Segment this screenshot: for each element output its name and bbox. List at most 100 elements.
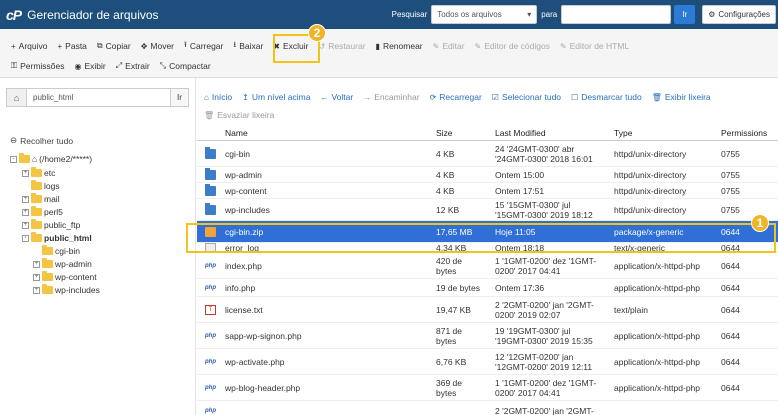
up-one-level-link[interactable]: ↥ Um nível acima: [242, 92, 320, 102]
search-go-button[interactable]: Ir: [674, 5, 696, 24]
tree-item-etc[interactable]: + etc: [22, 167, 55, 178]
path-input[interactable]: public_html: [27, 88, 171, 107]
empty-trash-link[interactable]: 🗑 Esvaziar lixeira: [204, 110, 284, 120]
tree-item-logs[interactable]: logs: [31, 180, 60, 191]
toolbar-permiss-es-button[interactable]: ⚿ Permissões: [6, 61, 70, 71]
file-name: license.txt: [225, 305, 263, 315]
settings-button[interactable]: ⚙ Configurações: [702, 5, 776, 24]
caret-down-icon: ▾: [527, 10, 532, 19]
refresh-icon: ⟳: [429, 92, 437, 102]
expand-toggle-icon[interactable]: +: [33, 273, 40, 281]
table-row[interactable]: php sapp-wp-signon.php 871 de bytes 19 '19GM…: [197, 323, 778, 349]
home-icon: ⌂: [32, 154, 38, 164]
expand-toggle-icon[interactable]: +: [22, 169, 29, 177]
toolbar-copiar-button[interactable]: ⧉ Copiar: [92, 41, 136, 51]
toolbar-pasta-button[interactable]: + Pasta: [53, 41, 92, 51]
expand-toggle-icon[interactable]: +: [33, 286, 40, 294]
toolbar-icon: ✥: [140, 41, 148, 51]
folder-icon: [31, 193, 42, 203]
home-icon[interactable]: ⌂: [6, 88, 27, 107]
reload-link[interactable]: ⟳ Recarregar: [430, 92, 492, 102]
tree-item-wp-includes[interactable]: + wp-includes: [33, 284, 100, 295]
tree-item-cgi-bin[interactable]: cgi-bin: [42, 245, 80, 256]
toolbar-editor-de-c-digos-button[interactable]: ✎ Editor de códigos: [470, 41, 555, 51]
file-table: Name Size Last Modified Type Permissions…: [197, 125, 778, 415]
file-permissions: 0644: [721, 261, 740, 271]
table-row[interactable]: error_log 4,34 KB Ontem 18:18 text/x-generi…: [197, 243, 778, 253]
expand-toggle-icon[interactable]: +: [33, 260, 40, 268]
toolbar-editor-de-html-button[interactable]: ✎ Editor de HTML: [555, 41, 634, 51]
file-type: httpd/unix-directory: [614, 170, 687, 180]
file-size: 19,47 KB: [436, 305, 471, 315]
collapse-all-link[interactable]: ⊖ Recolher tudo: [10, 135, 73, 146]
tree-label-public-html: public_html: [44, 233, 92, 243]
toolbar-editar-button[interactable]: ✎ Editar: [428, 41, 470, 51]
file-type: text/x-generic: [614, 243, 666, 253]
col-name-header[interactable]: Name: [225, 128, 248, 138]
folder-icon: [42, 271, 53, 281]
tree-root[interactable]: - ⌂ (/home2/*****): [10, 153, 92, 164]
toolbar-renomear-button[interactable]: ▮ Renomear: [371, 41, 428, 51]
expand-toggle-icon[interactable]: +: [22, 221, 29, 229]
col-permissions-header[interactable]: Permissions: [721, 128, 767, 138]
php-file-icon: php: [205, 283, 216, 293]
toolbar-mover-button[interactable]: ✥ Mover: [136, 41, 179, 51]
collapse-label: Recolher tudo: [20, 135, 74, 146]
expand-toggle-icon[interactable]: +: [22, 208, 29, 216]
col-modified-header[interactable]: Last Modified: [495, 128, 546, 138]
file-modified: 1 '1GMT-0200' dez '1GMT-: [495, 378, 597, 388]
select-all-link[interactable]: ☑ Selecionar tudo: [492, 92, 571, 102]
toolbar-restaurar-button[interactable]: ↺ Restaurar: [314, 41, 371, 51]
deselect-all-link[interactable]: ☐ Desmarcar tudo: [571, 92, 652, 102]
tree-item-public-ftp[interactable]: + public_ftp: [22, 219, 80, 230]
file-modified: 24 '24GMT-0300' abr: [495, 144, 575, 154]
nav-row-1: ⌂ Início ↥ Um nível acima ← Voltar → Encamin…: [204, 89, 721, 105]
table-row[interactable]: cgi-bin.zip 17,65 MB Hoje 11:05 package/x-g…: [197, 221, 778, 243]
path-go-button[interactable]: Ir: [171, 88, 189, 107]
forward-link[interactable]: → Encaminhar: [363, 92, 429, 102]
collapse-toggle-icon[interactable]: -: [22, 234, 29, 242]
toolbar-label: Exibir: [84, 61, 106, 71]
collapse-toggle-icon[interactable]: -: [10, 155, 17, 163]
table-row[interactable]: php wp-activate.php 6,76 KB 12 '12GMT-0200'…: [197, 349, 778, 375]
table-row[interactable]: php wp-blog-header.php 369 de bytes 1 '1GMT-…: [197, 375, 778, 401]
col-size-header[interactable]: Size: [436, 128, 453, 138]
col-type-header[interactable]: Type: [614, 128, 632, 138]
toolbar-icon: ◉: [74, 61, 82, 71]
table-row[interactable]: php 2 '2GMT-0200' jan '2GMT-: [197, 401, 778, 415]
toolbar-carregar-button[interactable]: ⭱ Carregar: [179, 39, 228, 53]
expand-toggle-icon[interactable]: +: [22, 195, 29, 203]
tree-item-mail[interactable]: + mail: [22, 193, 60, 204]
tree-item-wp-admin[interactable]: + wp-admin: [33, 258, 92, 269]
step-badge-1: 1: [751, 214, 769, 232]
file-size: 4 KB: [436, 170, 455, 180]
toolbar-arquivo-button[interactable]: + Arquivo: [6, 41, 53, 51]
search-input[interactable]: [561, 5, 672, 24]
toolbar-compactar-button[interactable]: ⤡ Compactar: [155, 61, 216, 71]
toolbar-baixar-button[interactable]: ⭳ Baixar: [228, 39, 268, 53]
file-modified: Ontem 17:51: [495, 186, 545, 196]
file-name: wp-activate.php: [225, 357, 285, 367]
app-logo[interactable]: cP Gerenciador de arquivos: [6, 7, 159, 23]
file-permissions: 0755: [721, 149, 740, 159]
tree-item-public-html[interactable]: - public_html: [22, 232, 92, 243]
table-row[interactable]: wp-includes 12 KB 15 '15GMT-0300' jul '15GM…: [197, 199, 778, 221]
table-row[interactable]: wp-admin 4 KB Ontem 15:00 httpd/unix-direct…: [197, 167, 778, 183]
search-scope-select[interactable]: Todos os arquivos ▾: [431, 5, 538, 24]
tree-item-wp-content[interactable]: + wp-content: [33, 271, 97, 282]
home-link[interactable]: ⌂ Início: [204, 92, 242, 102]
table-row[interactable]: Tlicense.txt 19,47 KB 2 '2GMT-0200' jan '2…: [197, 297, 778, 323]
file-name: error_log: [225, 243, 260, 253]
table-row[interactable]: wp-content 4 KB Ontem 17:51 httpd/unix-dire…: [197, 183, 778, 199]
back-link[interactable]: ← Voltar: [320, 92, 363, 102]
view-trash-link[interactable]: 🗑 Exibir lixeira: [652, 92, 721, 102]
table-row[interactable]: php info.php 19 de bytes Ontem 17:36 applica…: [197, 279, 778, 297]
file-modified: 12 '12GMT-0200' jan: [495, 352, 574, 362]
table-row[interactable]: cgi-bin 4 KB 24 '24GMT-0300' abr '24GMT-030…: [197, 141, 778, 167]
file-permissions: 0644: [721, 305, 740, 315]
toolbar-extrair-button[interactable]: ⤢ Extrair: [111, 61, 155, 71]
gear-icon: ⚙: [708, 10, 716, 19]
table-row[interactable]: php index.php 420 de bytes 1 '1GMT-0200' dez…: [197, 253, 778, 279]
toolbar-exibir-button[interactable]: ◉ Exibir: [70, 61, 111, 71]
tree-item-perl5[interactable]: + perl5: [22, 206, 63, 217]
